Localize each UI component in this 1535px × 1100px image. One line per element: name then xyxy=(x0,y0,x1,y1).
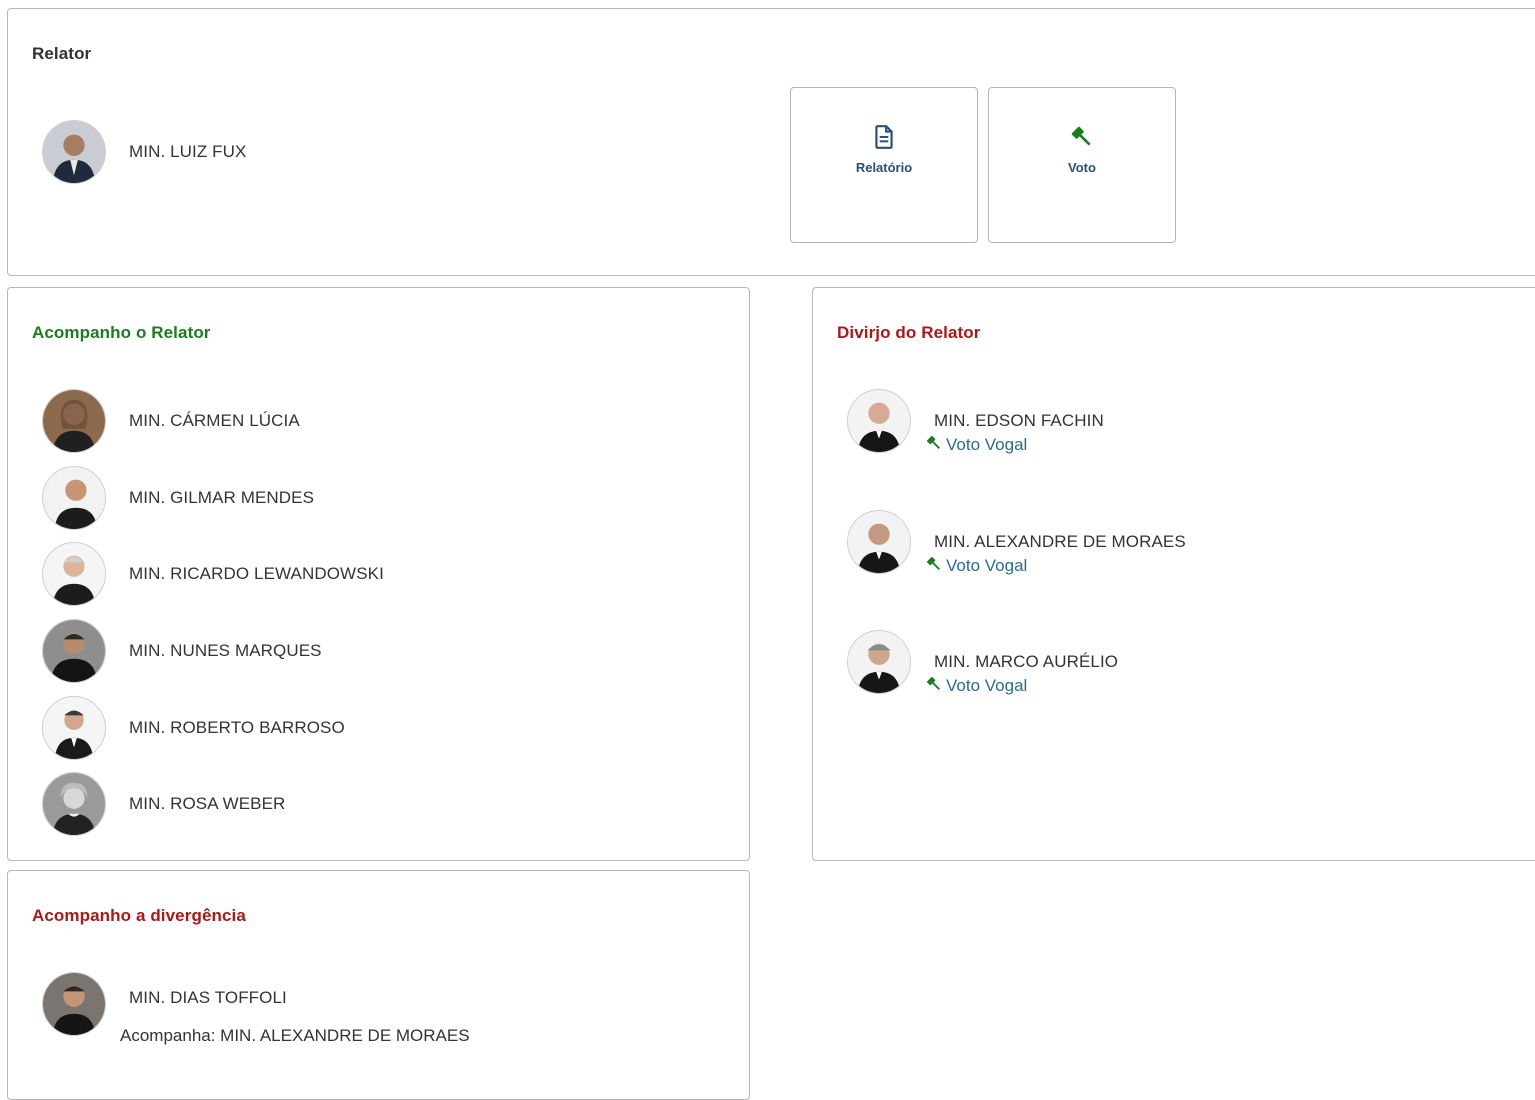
gavel-icon xyxy=(926,676,940,690)
list-item: MIN. DIAS TOFFOLI Acompanha: MIN. ALEXAN… xyxy=(42,972,642,1052)
voto-label: Voto xyxy=(1068,160,1096,175)
relator-panel: Relator MIN. LUIZ FUX xyxy=(7,8,1535,276)
divirjo-relator-panel: Divirjo do Relator MIN. EDSON FACHIN Vot… xyxy=(812,287,1535,861)
avatar xyxy=(847,389,911,453)
list-item: MIN. GILMAR MENDES xyxy=(42,466,642,534)
minister-name: MIN. DIAS TOFFOLI xyxy=(129,988,287,1007)
minister-name: MIN. ALEXANDRE DE MORAES xyxy=(934,532,1186,551)
voto-vogal-link[interactable]: Voto Vogal xyxy=(925,434,1027,455)
avatar xyxy=(42,120,106,184)
list-item: MIN. MARCO AURÉLIO Voto Vogal xyxy=(847,630,1447,698)
gavel-icon xyxy=(926,556,940,570)
voto-vogal-link[interactable]: Voto Vogal xyxy=(925,555,1027,576)
acompanho-divergencia-panel: Acompanho a divergência MIN. DIAS TOFFOL… xyxy=(7,870,750,1100)
avatar xyxy=(42,466,106,530)
list-item: MIN. NUNES MARQUES xyxy=(42,619,642,687)
minister-name: MIN. ROBERTO BARROSO xyxy=(129,718,345,737)
list-item: MIN. ALEXANDRE DE MORAES Voto Vogal xyxy=(847,510,1447,578)
list-item: MIN. ROBERTO BARROSO xyxy=(42,696,642,764)
list-item: MIN. CÁRMEN LÚCIA xyxy=(42,389,642,457)
voto-vogal-label: Voto Vogal xyxy=(946,556,1028,575)
minister-name: MIN. GILMAR MENDES xyxy=(129,488,315,507)
minister-name: MIN. ROSA WEBER xyxy=(129,794,286,813)
voto-vogal-label: Voto Vogal xyxy=(946,435,1028,454)
voto-button[interactable]: Voto xyxy=(988,87,1176,243)
gavel-icon xyxy=(926,435,940,449)
acompanho-relator-panel: Acompanho o Relator MIN. CÁRMEN LÚCIA MI… xyxy=(7,287,750,861)
avatar xyxy=(847,630,911,694)
voto-vogal-label: Voto Vogal xyxy=(946,676,1028,695)
avatar xyxy=(42,619,106,683)
avatar xyxy=(42,389,106,453)
divirjo-relator-title: Divirjo do Relator xyxy=(837,323,981,342)
list-item: MIN. ROSA WEBER xyxy=(42,772,642,840)
avatar xyxy=(42,972,106,1036)
minister-name: MIN. EDSON FACHIN xyxy=(934,411,1104,430)
minister-name: MIN. RICARDO LEWANDOWSKI xyxy=(129,564,384,583)
avatar xyxy=(42,772,106,836)
minister-name: MIN. NUNES MARQUES xyxy=(129,641,322,660)
relator-minister: MIN. LUIZ FUX xyxy=(42,120,642,188)
acompanha-text: Acompanha: MIN. ALEXANDRE DE MORAES xyxy=(120,1026,470,1045)
acompanho-divergencia-title: Acompanho a divergência xyxy=(32,906,246,925)
relatorio-label: Relatório xyxy=(855,160,913,175)
avatar xyxy=(42,696,106,760)
relator-title: Relator xyxy=(32,44,92,63)
voto-vogal-link[interactable]: Voto Vogal xyxy=(925,675,1027,696)
minister-name: MIN. LUIZ FUX xyxy=(129,142,247,161)
avatar xyxy=(847,510,911,574)
acompanho-relator-title: Acompanho o Relator xyxy=(32,323,211,342)
document-icon xyxy=(791,124,977,152)
avatar xyxy=(42,542,106,606)
minister-name: MIN. CÁRMEN LÚCIA xyxy=(129,411,300,430)
relatorio-button[interactable]: Relatório xyxy=(790,87,978,243)
minister-name: MIN. MARCO AURÉLIO xyxy=(934,652,1119,671)
list-item: MIN. RICARDO LEWANDOWSKI xyxy=(42,542,642,610)
list-item: MIN. EDSON FACHIN Voto Vogal xyxy=(847,389,1447,457)
gavel-icon xyxy=(989,124,1175,152)
